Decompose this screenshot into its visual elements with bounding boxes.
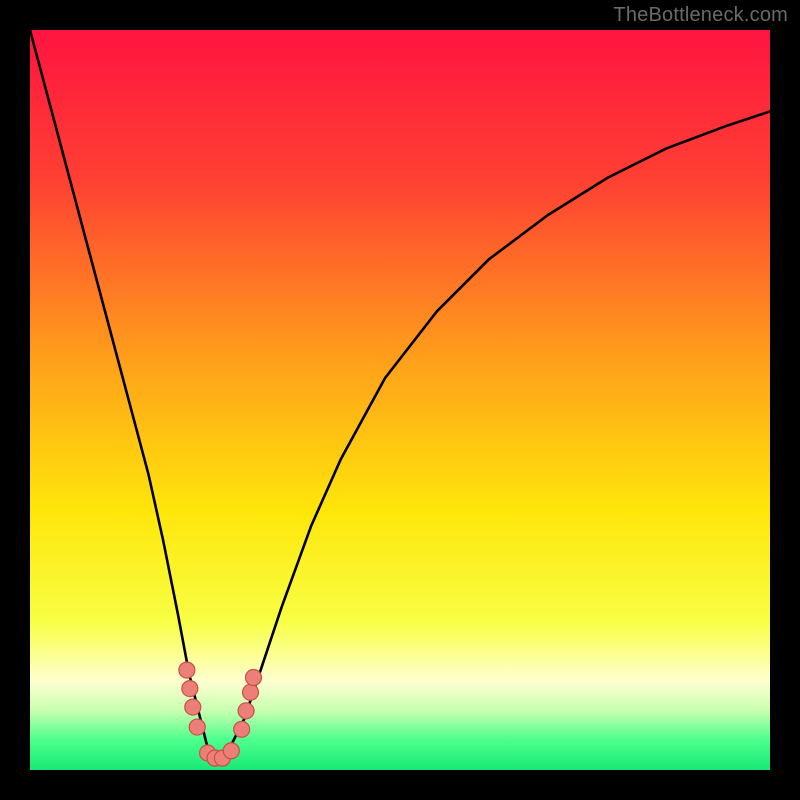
gradient-background — [30, 30, 770, 770]
curve-marker — [234, 721, 250, 737]
chart-svg — [30, 30, 770, 770]
chart-frame: TheBottleneck.com — [0, 0, 800, 800]
curve-marker — [238, 703, 254, 719]
curve-marker — [185, 699, 201, 715]
curve-marker — [189, 719, 205, 735]
watermark-text: TheBottleneck.com — [613, 4, 788, 27]
curve-marker — [179, 662, 195, 678]
plot-area — [30, 30, 770, 770]
curve-marker — [245, 670, 261, 686]
curve-marker — [182, 681, 198, 697]
curve-marker — [243, 684, 259, 700]
curve-marker — [223, 743, 239, 759]
